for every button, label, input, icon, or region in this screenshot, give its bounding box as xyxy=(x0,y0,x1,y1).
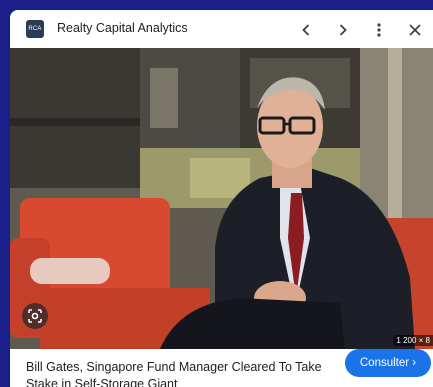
previous-button[interactable] xyxy=(294,18,318,42)
chevron-right-icon xyxy=(339,24,347,36)
visit-button[interactable]: Consulter › xyxy=(345,349,431,377)
next-button[interactable] xyxy=(331,18,355,42)
more-vert-icon xyxy=(377,23,381,37)
lens-search-button[interactable] xyxy=(22,303,48,329)
more-options-button[interactable] xyxy=(367,18,391,42)
chevron-left-icon xyxy=(302,24,310,36)
image-caption-link[interactable]: Bill Gates, Singapore Fund Manager Clear… xyxy=(26,359,326,387)
viewer-header: RCA Realty Capital Analytics xyxy=(10,10,433,48)
close-button[interactable] xyxy=(403,18,427,42)
lens-search-icon xyxy=(28,309,42,323)
site-logo[interactable]: RCA xyxy=(26,20,44,38)
close-icon xyxy=(409,24,421,36)
preview-image[interactable]: 1 200 × 8 xyxy=(10,48,433,349)
image-viewer-panel: RCA Realty Capital Analytics 1 200 × 8 B… xyxy=(10,10,433,387)
site-title[interactable]: Realty Capital Analytics xyxy=(57,21,188,35)
photo-illustration xyxy=(10,48,433,349)
image-size-badge: 1 200 × 8 xyxy=(393,335,433,346)
